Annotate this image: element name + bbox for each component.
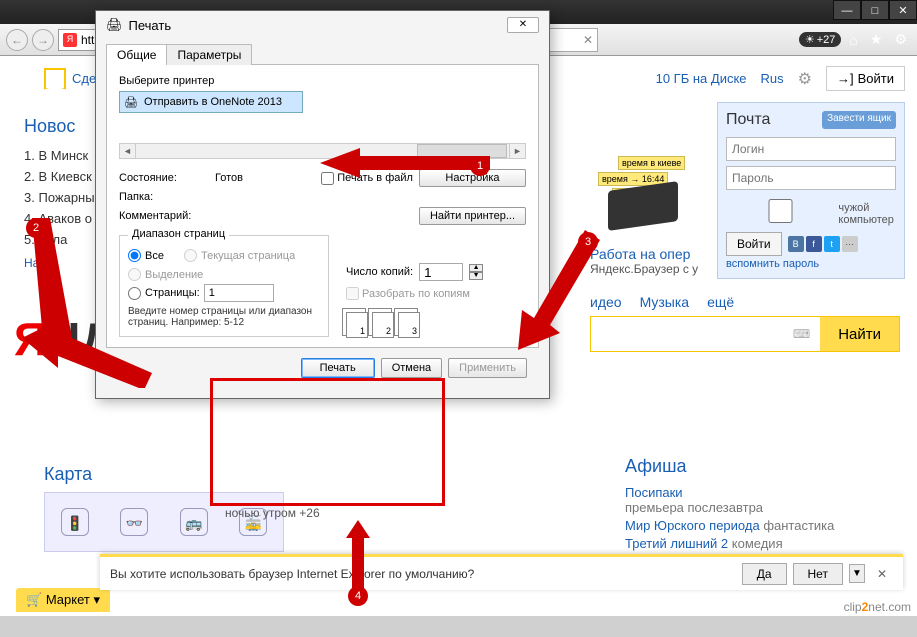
maps-heading[interactable]: Карта bbox=[44, 464, 92, 485]
dialog-titlebar[interactable]: 🖨 Печать ✕ bbox=[96, 11, 549, 39]
mail-password-input[interactable] bbox=[726, 166, 896, 190]
keyboard-icon[interactable]: ⌨ bbox=[783, 317, 820, 351]
close-icon[interactable]: ✕ bbox=[583, 33, 593, 47]
site-icon: Я bbox=[63, 33, 77, 47]
collate-checkbox[interactable]: Разобрать по копиям bbox=[346, 287, 516, 300]
dialog-close-button[interactable]: ✕ bbox=[507, 17, 539, 33]
printer-scrollbar[interactable]: ◄► bbox=[119, 143, 526, 159]
copies-spinner[interactable]: ▲▼ bbox=[469, 264, 483, 280]
tools-icon[interactable]: ⚙ bbox=[890, 31, 911, 48]
foreign-pc-checkbox[interactable]: чужой компьютер bbox=[726, 199, 896, 228]
annotation-badge-4: 4 bbox=[348, 586, 368, 606]
print-to-file-checkbox[interactable]: Печать в файл bbox=[321, 172, 413, 185]
printer-item[interactable]: 🖨 Отправить в OneNote 2013 bbox=[119, 91, 303, 113]
range-pages-radio[interactable]: Страницы: bbox=[128, 287, 200, 300]
printer-icon: 🖨 bbox=[124, 96, 138, 109]
annotation-badge-2: 2 bbox=[26, 218, 46, 238]
state-value: Готов bbox=[215, 172, 315, 184]
watermark: clip2net.com bbox=[844, 600, 911, 614]
favorites-icon[interactable]: ★ bbox=[866, 31, 887, 48]
apply-button[interactable]: Применить bbox=[448, 358, 527, 378]
forward-button[interactable]: → bbox=[32, 29, 54, 51]
cancel-button[interactable]: Отмена bbox=[381, 358, 442, 378]
copies-group: Число копий: ▲▼ Разобрать по копиям 123 bbox=[346, 263, 516, 338]
pages-input[interactable] bbox=[204, 284, 274, 302]
annotation-badge-3: 3 bbox=[578, 232, 598, 252]
range-all-radio[interactable]: Все bbox=[128, 249, 164, 262]
mail-login-input[interactable] bbox=[726, 137, 896, 161]
select-printer-label: Выберите принтер bbox=[119, 75, 526, 87]
disk-link[interactable]: 10 ГБ на Диске bbox=[656, 71, 747, 86]
tab-general[interactable]: Общие bbox=[106, 44, 167, 65]
group-title: Диапазон страниц bbox=[128, 228, 229, 240]
maps-widget[interactable]: 🚦 👓 🚌 🚋 bbox=[44, 492, 284, 552]
make-start-link[interactable]: Сде bbox=[72, 71, 96, 86]
tab-more[interactable]: ещё bbox=[707, 294, 734, 310]
window-minimize-button[interactable]: — bbox=[833, 0, 861, 20]
opera-link[interactable]: Работа на опер bbox=[590, 246, 690, 262]
mid-column: Работа на опер Яндекс.Браузер с у идео М… bbox=[590, 246, 900, 352]
range-hint: Введите номер страницы или диапазон стра… bbox=[128, 306, 320, 328]
bus-icon[interactable]: 🚌 bbox=[180, 508, 208, 536]
annotation-badge-1: 1 bbox=[470, 156, 490, 176]
default-browser-bar: Вы хотите использовать браузер Internet … bbox=[100, 554, 903, 590]
copies-label: Число копий: bbox=[346, 266, 413, 278]
afisha-heading[interactable]: Афиша bbox=[625, 456, 905, 477]
close-icon[interactable]: ✕ bbox=[871, 567, 893, 581]
search-input[interactable] bbox=[591, 317, 783, 351]
afisha-link[interactable]: Посипаки bbox=[625, 485, 683, 500]
comment-label: Комментарий: bbox=[119, 210, 209, 222]
login-button[interactable]: →] Войти bbox=[826, 66, 905, 91]
copies-input[interactable] bbox=[419, 263, 463, 281]
range-current-radio[interactable]: Текущая страница bbox=[184, 249, 295, 262]
search-button[interactable]: Найти bbox=[820, 317, 899, 351]
create-mailbox-button[interactable]: Завести ящик bbox=[822, 111, 896, 129]
print-dialog: 🖨 Печать ✕ Общие Параметры Выберите принт… bbox=[95, 10, 550, 399]
dropdown-button[interactable]: ▼ bbox=[849, 564, 865, 583]
window-close-button[interactable]: ✕ bbox=[889, 0, 917, 20]
tab-video[interactable]: идео bbox=[590, 294, 622, 310]
gear-icon[interactable]: ⚙ bbox=[798, 69, 812, 89]
printer-name: Отправить в OneNote 2013 bbox=[144, 96, 282, 108]
page-range-group: Диапазон страниц Все Текущая страница Вы… bbox=[119, 235, 329, 337]
phone-promo-image: время в киеве время → 16:44 время bbox=[598, 156, 688, 226]
afisha-link[interactable]: Мир Юрского периода bbox=[625, 518, 760, 533]
window-maximize-button[interactable]: □ bbox=[861, 0, 889, 20]
tab-options[interactable]: Параметры bbox=[166, 44, 252, 65]
print-button[interactable]: Печать bbox=[301, 358, 375, 378]
binoculars-icon[interactable]: 👓 bbox=[120, 508, 148, 536]
printer-icon: 🖨 bbox=[106, 17, 123, 33]
range-selection-radio[interactable]: Выделение bbox=[128, 268, 320, 281]
back-button[interactable]: ← bbox=[6, 29, 28, 51]
weather-text: ночью утром +26 bbox=[225, 506, 320, 520]
state-label: Состояние: bbox=[119, 172, 209, 184]
opera-subtitle: Яндекс.Браузер с у bbox=[590, 262, 900, 276]
mail-title: ПочтаЗавести ящик bbox=[726, 111, 896, 129]
tab-music[interactable]: Музыка bbox=[640, 294, 690, 310]
home-icon[interactable]: ⌂ bbox=[845, 32, 861, 48]
prompt-text: Вы хотите использовать браузер Internet … bbox=[110, 567, 736, 581]
dialog-title: Печать bbox=[129, 18, 172, 33]
afisha-link[interactable]: Третий лишний 2 bbox=[625, 536, 728, 551]
search-box: ⌨ Найти bbox=[590, 316, 900, 352]
yes-button[interactable]: Да bbox=[742, 563, 787, 585]
bookmark-icon bbox=[44, 68, 66, 90]
find-printer-button[interactable]: Найти принтер... bbox=[419, 207, 526, 225]
traffic-icon[interactable]: 🚦 bbox=[61, 508, 89, 536]
collate-illustration: 123 bbox=[346, 312, 516, 338]
lang-link[interactable]: Rus bbox=[761, 71, 784, 86]
market-tab[interactable]: 🛒 Маркет ▾ bbox=[16, 588, 110, 612]
folder-label: Папка: bbox=[119, 191, 209, 203]
no-button[interactable]: Нет bbox=[793, 563, 843, 585]
weather-badge[interactable]: ☀ +27 bbox=[799, 32, 842, 47]
